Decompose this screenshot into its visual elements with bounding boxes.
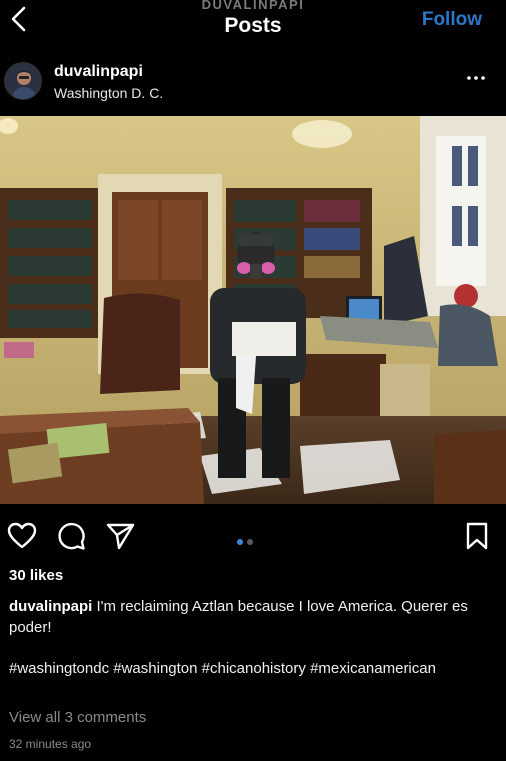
- post-header: duvalinpapi Washington D. C.: [0, 58, 506, 108]
- like-count[interactable]: 30 likes: [9, 567, 63, 584]
- hashtag-link[interactable]: #washington: [113, 660, 197, 677]
- action-bar: [0, 512, 506, 560]
- save-button[interactable]: [461, 520, 493, 552]
- hashtag-link[interactable]: #mexicanamerican: [310, 660, 436, 677]
- carousel-dot-active: [237, 539, 243, 545]
- view-comments-link[interactable]: View all 3 comments: [9, 709, 146, 726]
- more-options-button[interactable]: [464, 66, 488, 90]
- share-button[interactable]: [104, 520, 136, 552]
- caption-username[interactable]: duvalinpapi: [9, 598, 92, 615]
- office-scene-image: [0, 116, 506, 504]
- carousel-dot: [247, 539, 253, 545]
- hashtag-list: #washingtondc #washington #chicanohistor…: [9, 658, 497, 679]
- hashtag-link[interactable]: #washingtondc: [9, 660, 109, 677]
- comment-icon: [58, 522, 85, 550]
- send-icon: [106, 523, 135, 550]
- comment-button[interactable]: [55, 520, 87, 552]
- bookmark-icon: [466, 522, 488, 550]
- post-location[interactable]: Washington D. C.: [54, 85, 163, 101]
- follow-button[interactable]: Follow: [422, 9, 482, 31]
- post-timestamp: 32 minutes ago: [9, 737, 92, 751]
- post-photo[interactable]: [0, 116, 506, 504]
- post-username[interactable]: duvalinpapi: [54, 63, 143, 81]
- heart-icon: [7, 522, 37, 549]
- like-button[interactable]: [6, 520, 38, 552]
- top-bar: DUVALINPAPI Posts Follow: [0, 0, 506, 50]
- avatar[interactable]: [4, 62, 42, 100]
- post-caption: duvalinpapi I'm reclaiming Aztlan becaus…: [9, 596, 497, 638]
- more-horizontal-icon: [467, 76, 485, 80]
- avatar-image: [5, 63, 41, 99]
- hashtag-link[interactable]: #chicanohistory: [202, 660, 306, 677]
- carousel-indicator: [237, 532, 257, 545]
